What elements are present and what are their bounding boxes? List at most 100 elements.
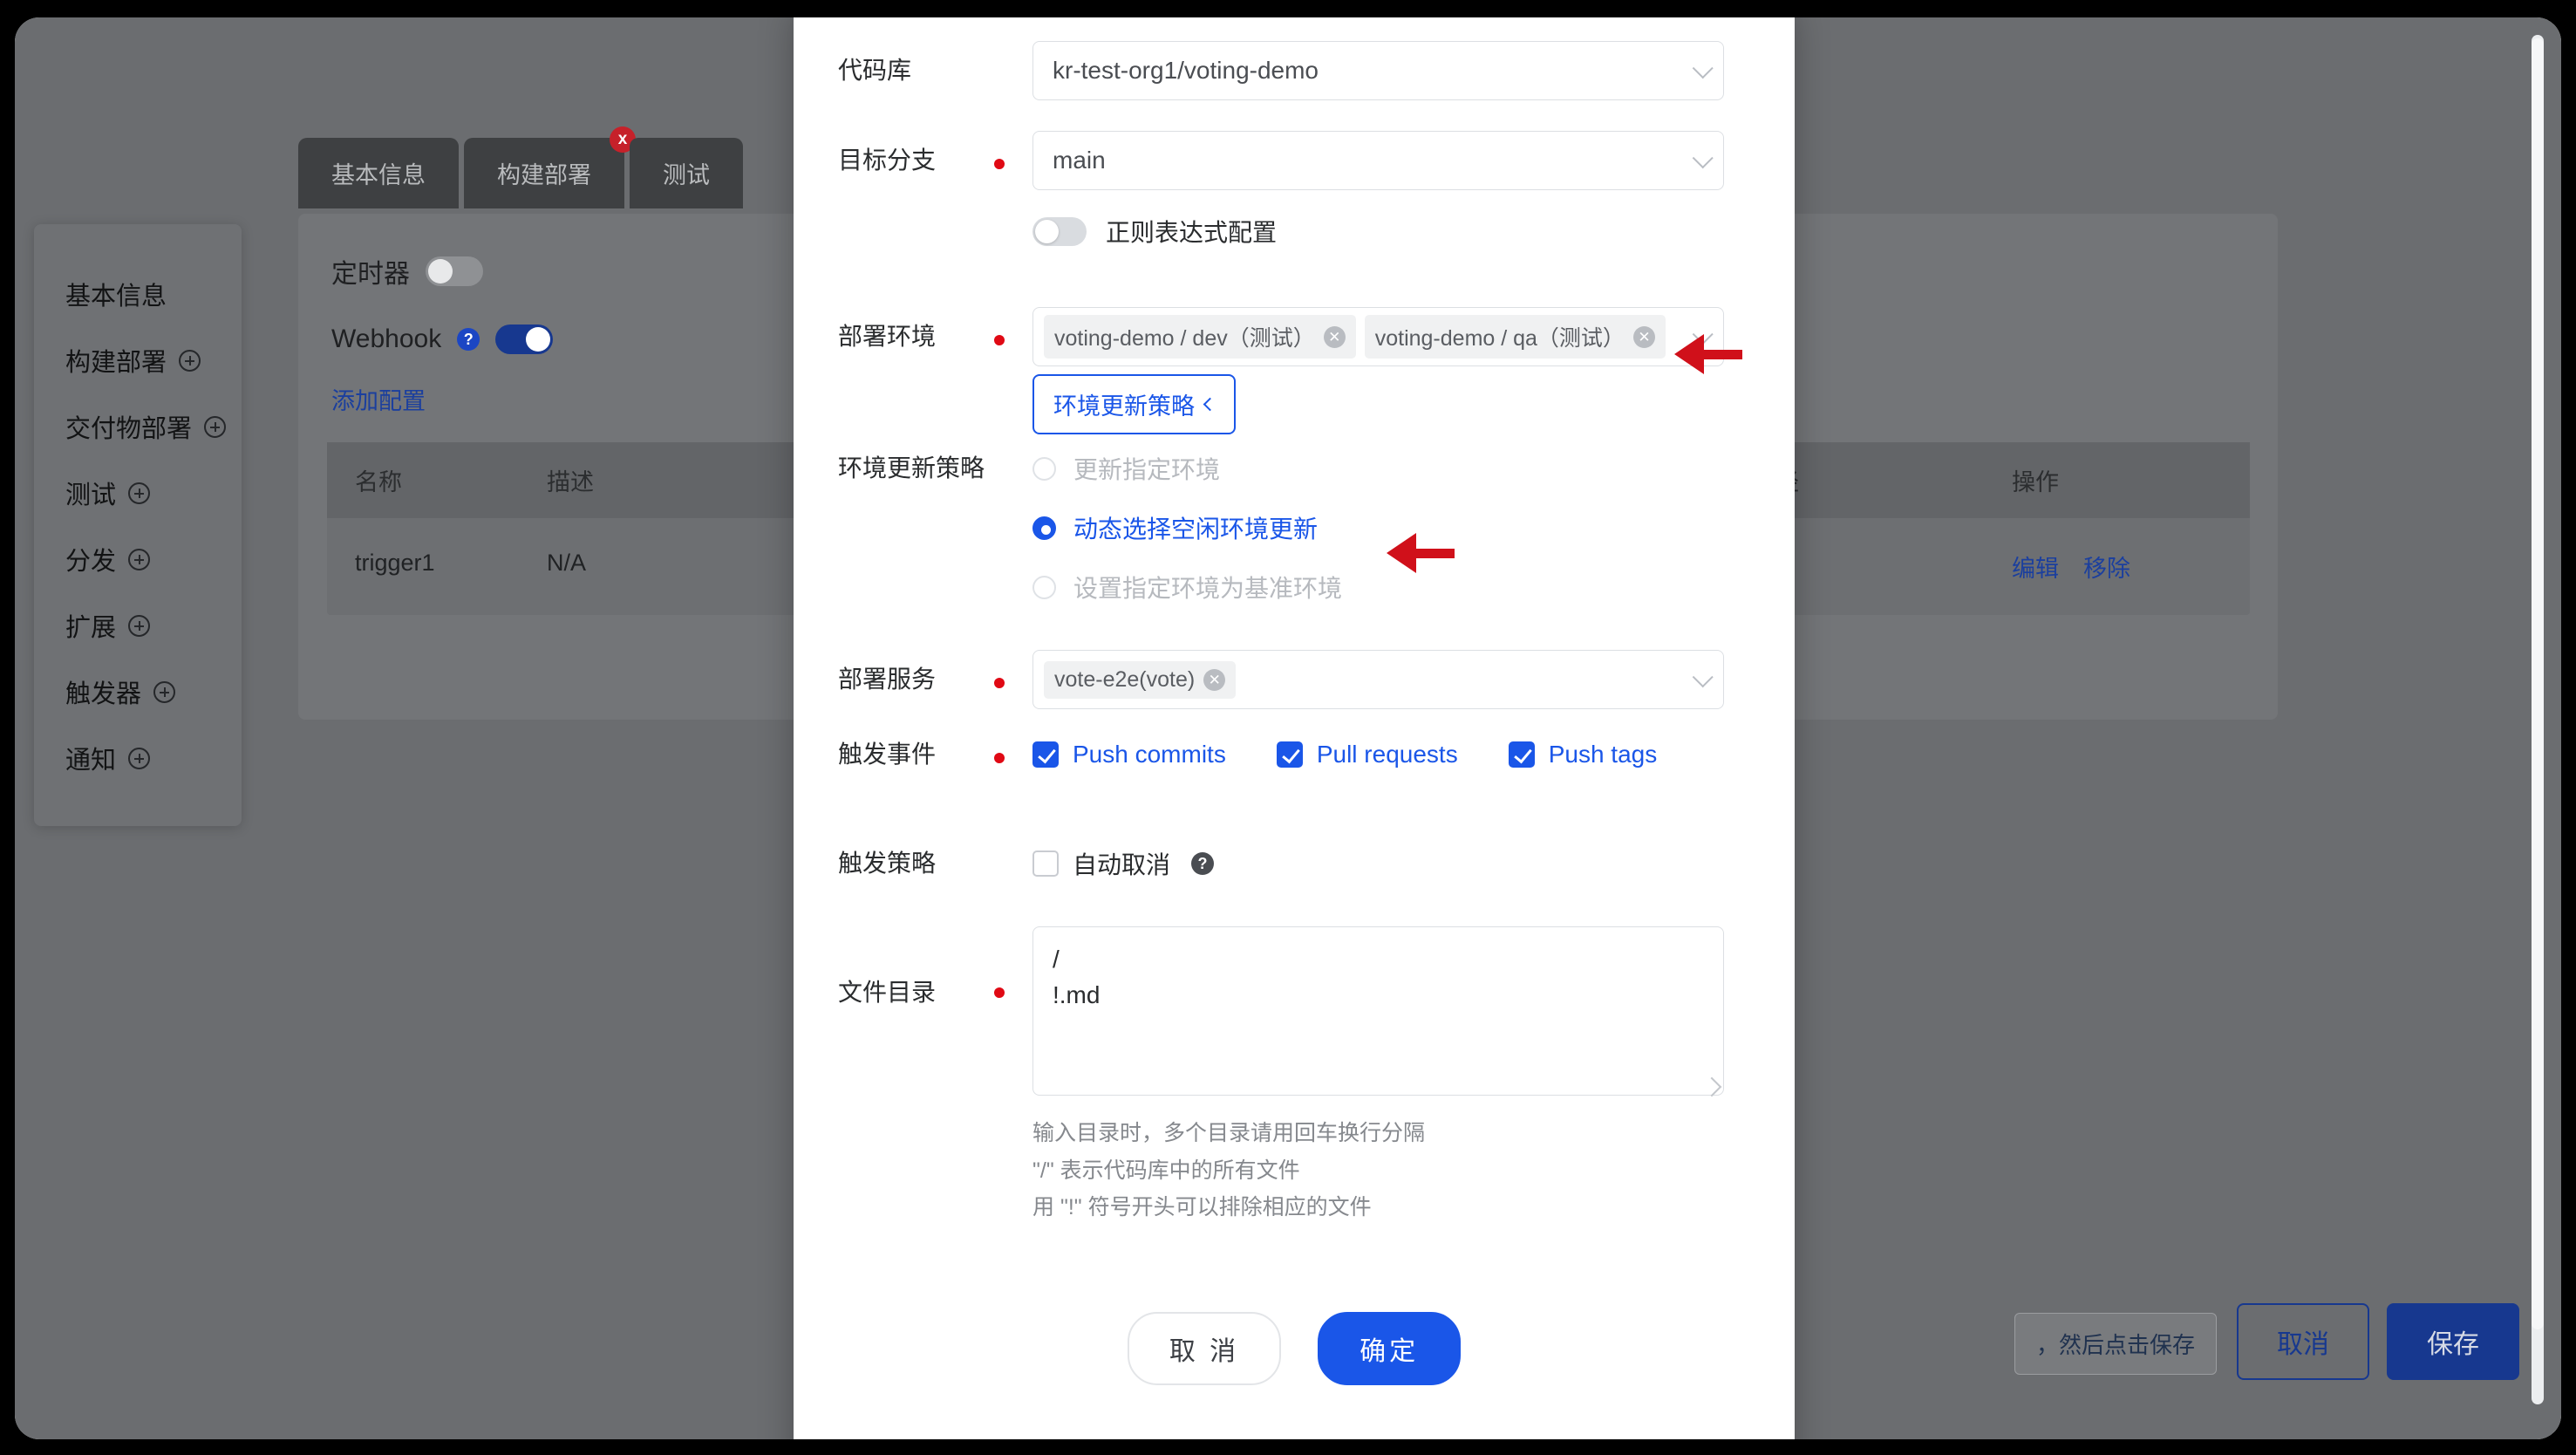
annotation-arrow-deploy-env <box>1674 334 1742 374</box>
sidebar-item-basic-info[interactable]: 基本信息 <box>34 261 242 327</box>
trigger-events-label: 触发事件 <box>838 741 937 768</box>
webhook-toggle[interactable] <box>495 324 554 354</box>
regex-config-toggle[interactable] <box>1032 216 1087 246</box>
webhook-config-modal: 代码库 kr-test-org1/voting-demo 目标分支 main 正… <box>794 17 1795 1439</box>
sidebar-item-label: 构建部署 <box>65 349 167 377</box>
plus-circle-icon[interactable] <box>128 548 151 570</box>
checkbox-label: Push tags <box>1548 741 1658 768</box>
env-update-policy-label: 环境更新策略 <box>838 454 985 482</box>
plus-circle-icon[interactable] <box>128 482 151 504</box>
deploy-env-tag-select[interactable]: voting-demo / dev（测试） ✕ voting-demo / qa… <box>1032 307 1724 366</box>
sidebar-item-label: 交付物部署 <box>65 415 193 443</box>
file-directory-hint-1: 输入目录时，多个目录请用回车换行分隔 <box>1032 1121 1426 1145</box>
plus-circle-icon[interactable] <box>128 614 151 637</box>
env-update-strategy-label: 环境更新策略 <box>1053 393 1195 420</box>
checkbox-icon-checked[interactable] <box>1508 741 1535 768</box>
required-marker <box>994 753 1005 763</box>
checkbox-push-tags[interactable]: Push tags <box>1508 741 1658 768</box>
trigger-events-control: Push commits Pull requests Push tags <box>1032 741 1724 768</box>
radio-update-specified-env[interactable]: 更新指定环境 <box>1032 451 1724 486</box>
regex-config-label: 正则表达式配置 <box>1106 219 1278 246</box>
sidebar-item-artifact-deploy[interactable]: 交付物部署 <box>34 393 242 460</box>
required-marker <box>994 159 1005 169</box>
tab-basic-info[interactable]: 基本信息 <box>298 138 459 208</box>
remove-tag-icon[interactable]: ✕ <box>1323 325 1346 348</box>
field-file-directory: 文件目录 / !.md 输入目录时，多个目录请用回车换行分隔 "/" 表示代码库… <box>794 926 1724 1226</box>
header-ops: 操作 <box>2012 469 2059 495</box>
checkbox-pull-requests[interactable]: Pull requests <box>1276 741 1458 768</box>
checkbox-icon-checked[interactable] <box>1032 741 1059 768</box>
add-config-link[interactable]: 添加配置 <box>331 388 426 414</box>
sidebar-item-label: 基本信息 <box>65 283 167 311</box>
field-deploy-env: 部署环境 voting-demo / dev（测试） ✕ voting-demo… <box>794 307 1724 366</box>
deploy-env-label: 部署环境 <box>838 323 937 350</box>
sidebar-item-notification[interactable]: 通知 <box>34 725 242 791</box>
toggle-knob <box>1035 219 1059 243</box>
repository-label: 代码库 <box>838 57 912 84</box>
annotation-arrow-dynamic-idle <box>1387 533 1455 573</box>
deploy-service-label: 部署服务 <box>838 666 937 693</box>
target-branch-value: main <box>1053 147 1106 174</box>
deploy-service-tag-select[interactable]: vote-e2e(vote) ✕ <box>1032 650 1724 709</box>
env-update-strategy-button[interactable]: 环境更新策略 <box>1032 374 1236 434</box>
page-scrollbar-thumb[interactable] <box>2532 38 2544 1329</box>
help-icon[interactable]: ? <box>1191 852 1215 875</box>
sidebar-item-label: 测试 <box>65 482 117 509</box>
radio-icon[interactable] <box>1032 575 1056 599</box>
sidebar-item-test[interactable]: 测试 <box>34 460 242 526</box>
checkbox-icon[interactable] <box>1032 850 1059 877</box>
remove-tag-icon[interactable]: ✕ <box>1203 668 1226 691</box>
webhook-label: Webhook <box>331 324 442 353</box>
sidebar-item-trigger[interactable]: 触发器 <box>34 659 242 725</box>
cell-desc: N/A <box>547 550 587 576</box>
repository-control: kr-test-org1/voting-demo <box>1032 41 1724 100</box>
plus-circle-icon[interactable] <box>128 747 151 769</box>
target-branch-control: main <box>1032 131 1724 190</box>
env-tag-label: voting-demo / qa（测试） <box>1374 326 1625 351</box>
arrow-shaft <box>1416 548 1455 558</box>
sidebar-item-label: 触发器 <box>65 680 142 708</box>
sidebar-item-label: 扩展 <box>65 614 117 642</box>
chevron-down-icon <box>1692 666 1714 688</box>
timer-toggle[interactable] <box>426 256 483 286</box>
remove-link[interactable]: 移除 <box>2083 550 2130 584</box>
tab-build-deploy[interactable]: 构建部署 x <box>464 126 636 208</box>
target-branch-select[interactable]: main <box>1032 131 1724 190</box>
deploy-service-control: vote-e2e(vote) ✕ <box>1032 650 1724 709</box>
tab-label: 测试 <box>663 162 710 188</box>
radio-dynamic-idle-env[interactable]: 动态选择空闲环境更新 <box>1032 510 1724 545</box>
page-save-button[interactable]: 保存 <box>2387 1303 2519 1380</box>
remove-tag-icon[interactable]: ✕ <box>1632 325 1655 348</box>
radio-set-baseline-env[interactable]: 设置指定环境为基准环境 <box>1032 570 1724 605</box>
sidebar-item-build-deploy[interactable]: 构建部署 <box>34 327 242 393</box>
file-directory-textarea[interactable]: / !.md <box>1032 926 1724 1096</box>
sidebar-item-extension[interactable]: 扩展 <box>34 592 242 659</box>
browser-window: 基本信息 构建部署 x 测试 定时器 Webhook ? 添加配置 名称 描述 … <box>15 17 2561 1439</box>
radio-icon-selected[interactable] <box>1032 516 1056 540</box>
page-cancel-button[interactable]: 取消 <box>2237 1303 2369 1380</box>
plus-circle-icon[interactable] <box>204 415 227 438</box>
checkbox-auto-cancel[interactable]: 自动取消 ? <box>1032 846 1724 881</box>
trigger-policy-label: 触发策略 <box>838 850 937 877</box>
modal-confirm-button[interactable]: 确定 <box>1318 1312 1462 1385</box>
checkbox-icon-checked[interactable] <box>1276 741 1303 768</box>
plus-circle-icon[interactable] <box>179 349 201 372</box>
chevron-left-icon <box>1203 397 1217 412</box>
modal-cancel-button[interactable]: 取 消 <box>1127 1312 1282 1385</box>
webhook-row: Webhook ? <box>331 324 554 354</box>
sidebar-item-distribute[interactable]: 分发 <box>34 526 242 592</box>
plus-circle-icon[interactable] <box>153 680 176 703</box>
service-tag-label: vote-e2e(vote) <box>1054 666 1196 692</box>
radio-icon[interactable] <box>1032 456 1056 481</box>
tab-test[interactable]: 测试 <box>630 138 743 208</box>
toggle-knob <box>526 327 551 352</box>
edit-link[interactable]: 编辑 <box>2012 550 2059 584</box>
required-marker <box>994 987 1005 998</box>
env-tag: voting-demo / qa（测试） ✕ <box>1364 315 1666 359</box>
required-marker <box>994 335 1005 345</box>
arrow-head-icon <box>1387 533 1416 573</box>
checkbox-push-commits[interactable]: Push commits <box>1032 741 1226 768</box>
help-icon[interactable]: ? <box>457 328 480 351</box>
repository-select[interactable]: kr-test-org1/voting-demo <box>1032 41 1724 100</box>
chevron-down-icon <box>1692 147 1714 169</box>
